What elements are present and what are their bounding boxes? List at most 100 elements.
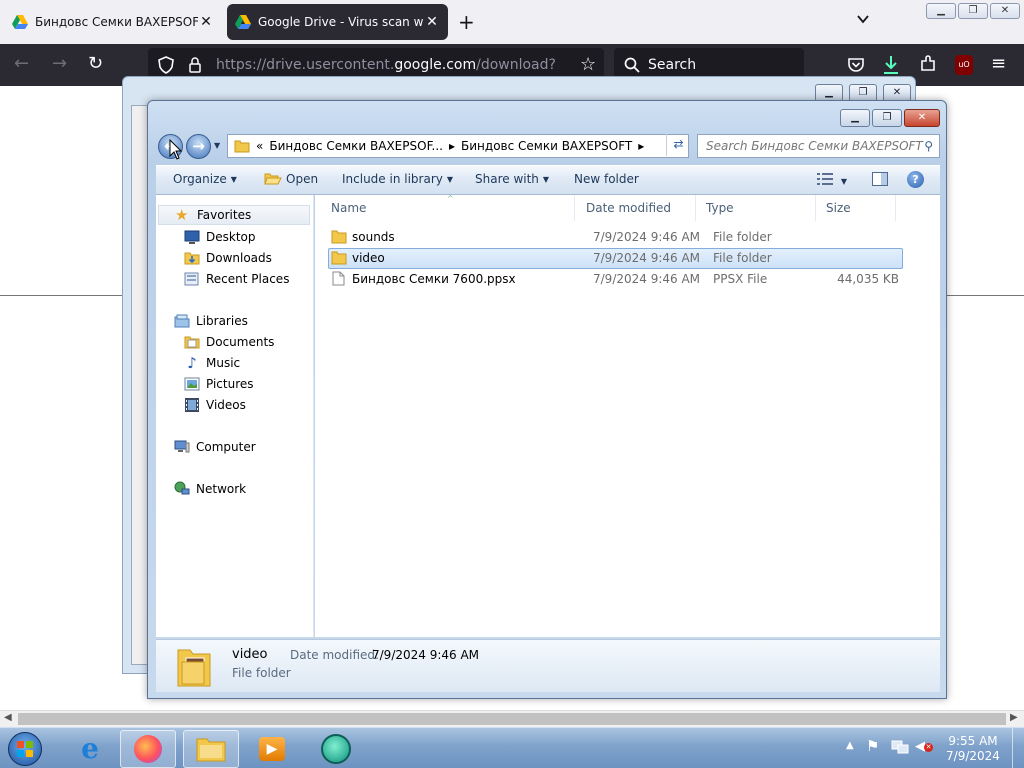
forward-icon[interactable]: →: [52, 54, 67, 74]
column-name[interactable]: Name ^: [321, 194, 575, 221]
show-hidden-icons[interactable]: ▲: [846, 740, 854, 751]
recent-pages-icon[interactable]: ▼: [214, 141, 220, 150]
column-label: Type: [706, 201, 734, 215]
pocket-icon[interactable]: [847, 56, 865, 74]
taskbar-file-explorer[interactable]: [183, 730, 239, 768]
preview-pane-icon: [872, 172, 888, 186]
taskbar-media-player[interactable]: ▶: [244, 730, 300, 768]
change-view-button[interactable]: ▼: [817, 173, 847, 188]
url-domain: google.com: [394, 57, 477, 73]
chevron-down-icon: ▼: [840, 177, 847, 186]
close-tab-icon[interactable]: ✕: [424, 14, 440, 30]
downloads-icon[interactable]: [882, 55, 900, 75]
refresh-icon[interactable]: ⇄: [666, 134, 690, 156]
details-date-label: Date modified:: [290, 648, 380, 662]
reload-icon[interactable]: ↻: [88, 54, 103, 74]
new-folder-label: New folder: [574, 172, 639, 186]
include-in-library-button[interactable]: Include in library ▼: [342, 172, 453, 186]
search-icon[interactable]: ⚲: [924, 135, 933, 157]
horizontal-scrollbar[interactable]: ◀ ▶: [0, 710, 1024, 727]
explorer-nav-row: ← → ▼ « Биндовс Семки BAXEPSOF... ▸ Бинд…: [156, 132, 940, 162]
firefox-icon: [134, 735, 162, 763]
tab-google-drive[interactable]: Google Drive - Virus scan warnin ✕: [227, 4, 448, 40]
tab-bindows[interactable]: Биндовс Семки BAXEPSOFT R1 ✕: [4, 4, 222, 40]
new-tab-button[interactable]: +: [458, 10, 475, 34]
address-bar[interactable]: « Биндовс Семки BAXEPSOF... ▸ Биндовс Се…: [227, 134, 726, 158]
breadcrumb-current[interactable]: Биндовс Семки BAXEPSOFT: [461, 139, 632, 153]
media-player-icon: ▶: [259, 737, 285, 761]
breadcrumb-separator[interactable]: ▸: [638, 139, 644, 153]
nav-favorites[interactable]: ★ Favorites: [158, 205, 310, 225]
scrollbar-thumb[interactable]: [18, 713, 1006, 725]
nav-label: Downloads: [206, 251, 272, 265]
bookmark-star-icon[interactable]: ☆: [580, 54, 596, 75]
network-tray-icon[interactable]: [891, 739, 909, 755]
breadcrumb-separator[interactable]: ▸: [449, 139, 455, 153]
ublock-icon[interactable]: uO: [955, 55, 973, 75]
organize-button[interactable]: Organize ▼: [173, 172, 237, 186]
nav-pictures[interactable]: Pictures: [184, 374, 254, 394]
nav-desktop[interactable]: Desktop: [184, 227, 256, 247]
show-desktop-button[interactable]: [1012, 728, 1024, 768]
taskbar-firefox[interactable]: [120, 730, 176, 768]
restore-icon[interactable]: ❐: [958, 3, 988, 19]
minimize-icon[interactable]: ▁: [926, 3, 956, 19]
new-folder-button[interactable]: New folder: [574, 172, 639, 186]
nav-music[interactable]: ♪ Music: [184, 353, 240, 373]
libraries-icon: [174, 314, 190, 328]
extensions-icon[interactable]: [919, 55, 937, 73]
scroll-left-icon[interactable]: ◀: [4, 712, 12, 723]
nav-documents[interactable]: Documents: [184, 332, 274, 352]
forward-button[interactable]: →: [186, 134, 211, 159]
file-row-selected[interactable]: video 7/9/2024 9:46 AM File folder: [328, 248, 903, 269]
file-row[interactable]: sounds 7/9/2024 9:46 AM File folder: [328, 227, 903, 248]
file-size: 44,035 KB: [837, 272, 899, 286]
explorer-window: ▁ ❐ ✕ ← → ▼ « Биндовс Семки BAXEPSOF... …: [147, 100, 947, 699]
search-placeholder: Search: [648, 57, 697, 73]
teamviewer-icon: [321, 734, 351, 764]
list-all-tabs-button[interactable]: [856, 12, 870, 30]
scroll-right-icon[interactable]: ▶: [1010, 712, 1018, 723]
maximize-button[interactable]: ❐: [872, 109, 902, 127]
open-button[interactable]: Open: [264, 172, 318, 186]
breadcrumb-overflow[interactable]: «: [256, 139, 263, 153]
tab-title: Google Drive - Virus scan warnin: [258, 15, 424, 29]
preview-pane-button[interactable]: [872, 172, 888, 189]
nav-downloads[interactable]: Downloads: [184, 248, 272, 268]
nav-network[interactable]: Network: [174, 479, 246, 499]
breadcrumb-parent[interactable]: Биндовс Семки BAXEPSOF...: [269, 139, 443, 153]
volume-muted-icon[interactable]: ◀ ✕: [915, 739, 933, 755]
share-with-button[interactable]: Share with ▼: [475, 172, 549, 186]
start-button[interactable]: [0, 730, 50, 768]
file-date: 7/9/2024 9:46 AM: [593, 251, 701, 265]
file-explorer-icon: [196, 738, 226, 762]
search-input[interactable]: Search Биндовс Семки BAXEPSOFT ⚲: [697, 134, 940, 158]
file-row[interactable]: Биндовс Семки 7600.ppsx 7/9/2024 9:46 AM…: [328, 269, 903, 290]
column-type[interactable]: Type: [696, 195, 816, 221]
nav-computer[interactable]: Computer: [174, 437, 256, 457]
file-date: 7/9/2024 9:46 AM: [593, 272, 701, 286]
taskbar-teamviewer[interactable]: [308, 730, 364, 768]
nav-libraries[interactable]: Libraries: [174, 311, 248, 331]
close-icon[interactable]: ✕: [990, 3, 1020, 19]
nav-recent-places[interactable]: Recent Places: [184, 269, 289, 289]
column-date-modified[interactable]: Date modified: [576, 195, 696, 221]
details-view-icon: [817, 173, 833, 185]
nav-label: Computer: [196, 440, 256, 454]
nav-videos[interactable]: Videos: [184, 395, 246, 415]
action-center-flag-icon[interactable]: ⚑: [866, 737, 879, 755]
help-button[interactable]: ?: [907, 171, 924, 188]
close-button[interactable]: ✕: [904, 109, 940, 127]
menu-icon[interactable]: ≡: [991, 53, 1006, 74]
minimize-button[interactable]: ▁: [840, 109, 870, 127]
close-tab-icon[interactable]: ✕: [198, 14, 214, 30]
column-size[interactable]: Size: [816, 195, 896, 221]
windows-logo-icon: [8, 732, 42, 766]
star-icon: ★: [175, 206, 189, 224]
nav-label: Videos: [206, 398, 246, 412]
shield-icon: [158, 56, 174, 74]
file-type: File folder: [713, 251, 772, 265]
back-icon[interactable]: ←: [14, 54, 29, 74]
system-clock[interactable]: 9:55 AM 7/9/2024: [938, 734, 1008, 764]
taskbar-internet-explorer[interactable]: e: [62, 730, 118, 768]
